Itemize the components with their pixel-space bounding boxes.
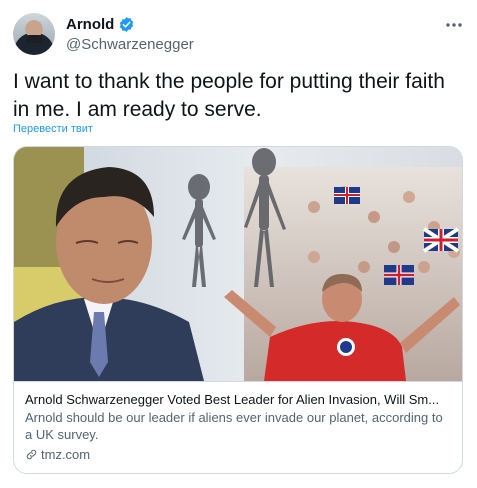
card-image-illustration <box>14 147 462 381</box>
avatar-mask-detail <box>26 35 42 43</box>
tweet-text: I want to thank the people for putting t… <box>13 70 445 121</box>
link-preview-card[interactable]: Arnold Schwarzenegger Voted Best Leader … <box>13 146 463 474</box>
avatar[interactable] <box>13 13 55 55</box>
card-title[interactable]: Arnold Schwarzenegger Voted Best Leader … <box>25 391 453 408</box>
translate-tweet-link[interactable]: Перевести твит <box>13 123 93 135</box>
author-handle[interactable]: @Schwarzenegger <box>66 36 194 53</box>
verified-badge-icon <box>120 17 134 32</box>
card-image[interactable] <box>14 147 462 381</box>
card-domain: tmz.com <box>41 447 91 462</box>
more-horizontal-icon[interactable] <box>444 16 464 34</box>
author-display-name[interactable]: Arnold <box>66 16 114 33</box>
card-body[interactable]: Arnold Schwarzenegger Voted Best Leader … <box>14 381 462 473</box>
card-domain-row[interactable]: tmz.com <box>25 446 453 463</box>
author-name-row: Arnold <box>66 16 135 33</box>
link-icon <box>26 449 37 460</box>
card-description: Arnold should be our leader if aliens ev… <box>25 410 443 442</box>
